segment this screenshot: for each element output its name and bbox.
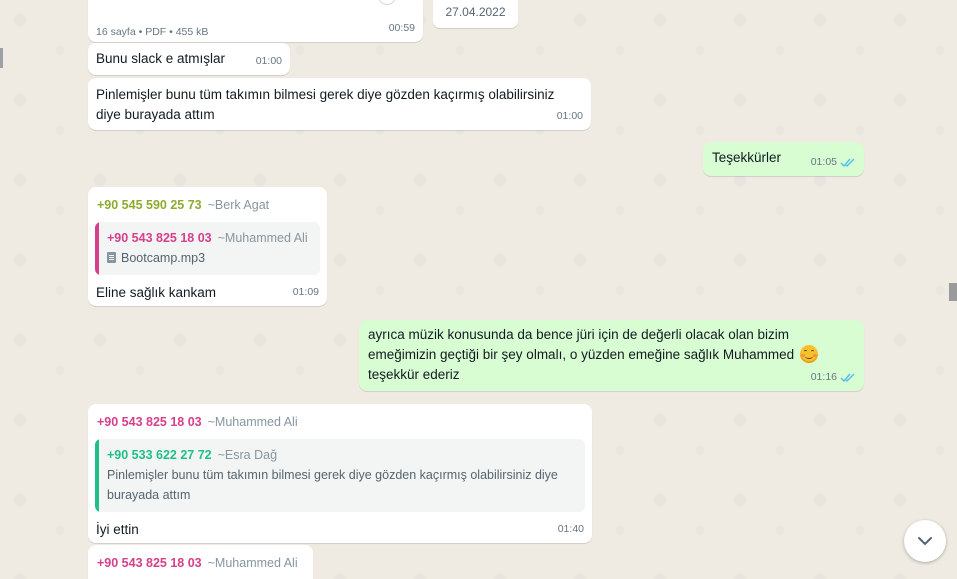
document-meta: 16 sayfa • PDF • 455 kB (96, 26, 209, 38)
document-icon (107, 252, 116, 263)
quote-sender: +90 543 825 18 03 ~Muhammed Ali (107, 231, 308, 245)
message-text-line: diye burayada attım (96, 107, 215, 122)
quoted-message[interactable]: +90 533 622 27 72 ~Esra Dağ Pinlemişler b… (95, 439, 585, 512)
sender-alias: ~Berk Agat (207, 198, 270, 212)
message-incoming-reply[interactable]: +90 545 590 25 73 ~Berk Agat +90 543 825 … (88, 187, 327, 306)
message-document[interactable]: 16 sayfa • PDF • 455 kB 00:59 (88, 0, 423, 42)
quote-file: Bootcamp.mp3 (107, 248, 310, 268)
chevron-down-icon (918, 537, 932, 546)
message-time: 01:00 (556, 110, 583, 122)
double-check-icon (840, 158, 855, 167)
chat-panel: 16 sayfa • PDF • 455 kB 00:59 27.04.2022… (0, 0, 957, 579)
message-text: İyi ettin (96, 522, 139, 537)
left-edge-marker (0, 48, 3, 68)
smiling-face-emoji (799, 345, 818, 363)
message-text: Teşekkürler (712, 150, 782, 165)
scroll-down-button[interactable] (904, 520, 946, 562)
quote-text-line: Pinlemişler bunu tüm takımın bilmesi ger… (107, 468, 558, 482)
date-chip: 27.04.2022 (433, 0, 518, 28)
message-incoming[interactable]: Bunu slack e atmışlar 01:00 (88, 43, 290, 75)
message-text-line: Pinlemişler bunu tüm takımın bilmesi ger… (96, 87, 555, 102)
message-outgoing[interactable]: Teşekkürler 01:05 (703, 142, 864, 176)
quote-bar (95, 439, 99, 512)
quote-sender: +90 533 622 27 72 ~Esra Dağ (107, 448, 278, 462)
sender-name[interactable]: +90 543 825 18 03 ~Muhammed Ali (95, 412, 585, 432)
double-check-icon (840, 373, 855, 382)
message-time: 01:00 (255, 55, 282, 67)
scrollbar-thumb[interactable] (949, 283, 957, 301)
quote-alias: ~Muhammed Ali (217, 231, 308, 245)
message-text: Eline sağlık kankam (96, 285, 217, 300)
message-text-line: teşekkür ederiz (368, 367, 460, 382)
message-text-line: ayrıca müzik konusunda da bence jüri içi… (368, 327, 789, 342)
message-outgoing[interactable]: ayrıca müzik konusunda da bence jüri içi… (359, 320, 864, 391)
message-incoming-reply[interactable]: +90 543 825 18 03 ~Muhammed Ali (88, 545, 313, 579)
quote-alias: ~Esra Dağ (217, 448, 278, 462)
sender-name[interactable]: +90 543 825 18 03 ~Muhammed Ali (95, 553, 306, 573)
message-time: 00:59 (388, 22, 415, 34)
quote-bar (95, 222, 99, 275)
message-text-line: emeğimizin geçtiği bir şey olmalı, o yüz… (368, 345, 855, 365)
message-incoming[interactable]: Pinlemişler bunu tüm takımın bilmesi ger… (88, 78, 591, 130)
quote-text-line: burayada attım (107, 488, 191, 502)
message-time: 01:40 (557, 523, 584, 535)
sender-name[interactable]: +90 545 590 25 73 ~Berk Agat (95, 195, 320, 215)
message-time: 01:16 (811, 367, 856, 387)
message-incoming-reply[interactable]: +90 543 825 18 03 ~Muhammed Ali +90 533 6… (88, 404, 592, 543)
message-time: 01:09 (292, 286, 319, 298)
sender-alias: ~Muhammed Ali (207, 556, 298, 570)
message-text: Bunu slack e atmışlar (96, 51, 226, 66)
message-time: 01:05 (811, 152, 856, 172)
download-icon[interactable] (378, 0, 396, 5)
sender-alias: ~Muhammed Ali (207, 415, 298, 429)
quoted-message[interactable]: +90 543 825 18 03 ~Muhammed Ali Bootcamp.… (95, 222, 320, 275)
